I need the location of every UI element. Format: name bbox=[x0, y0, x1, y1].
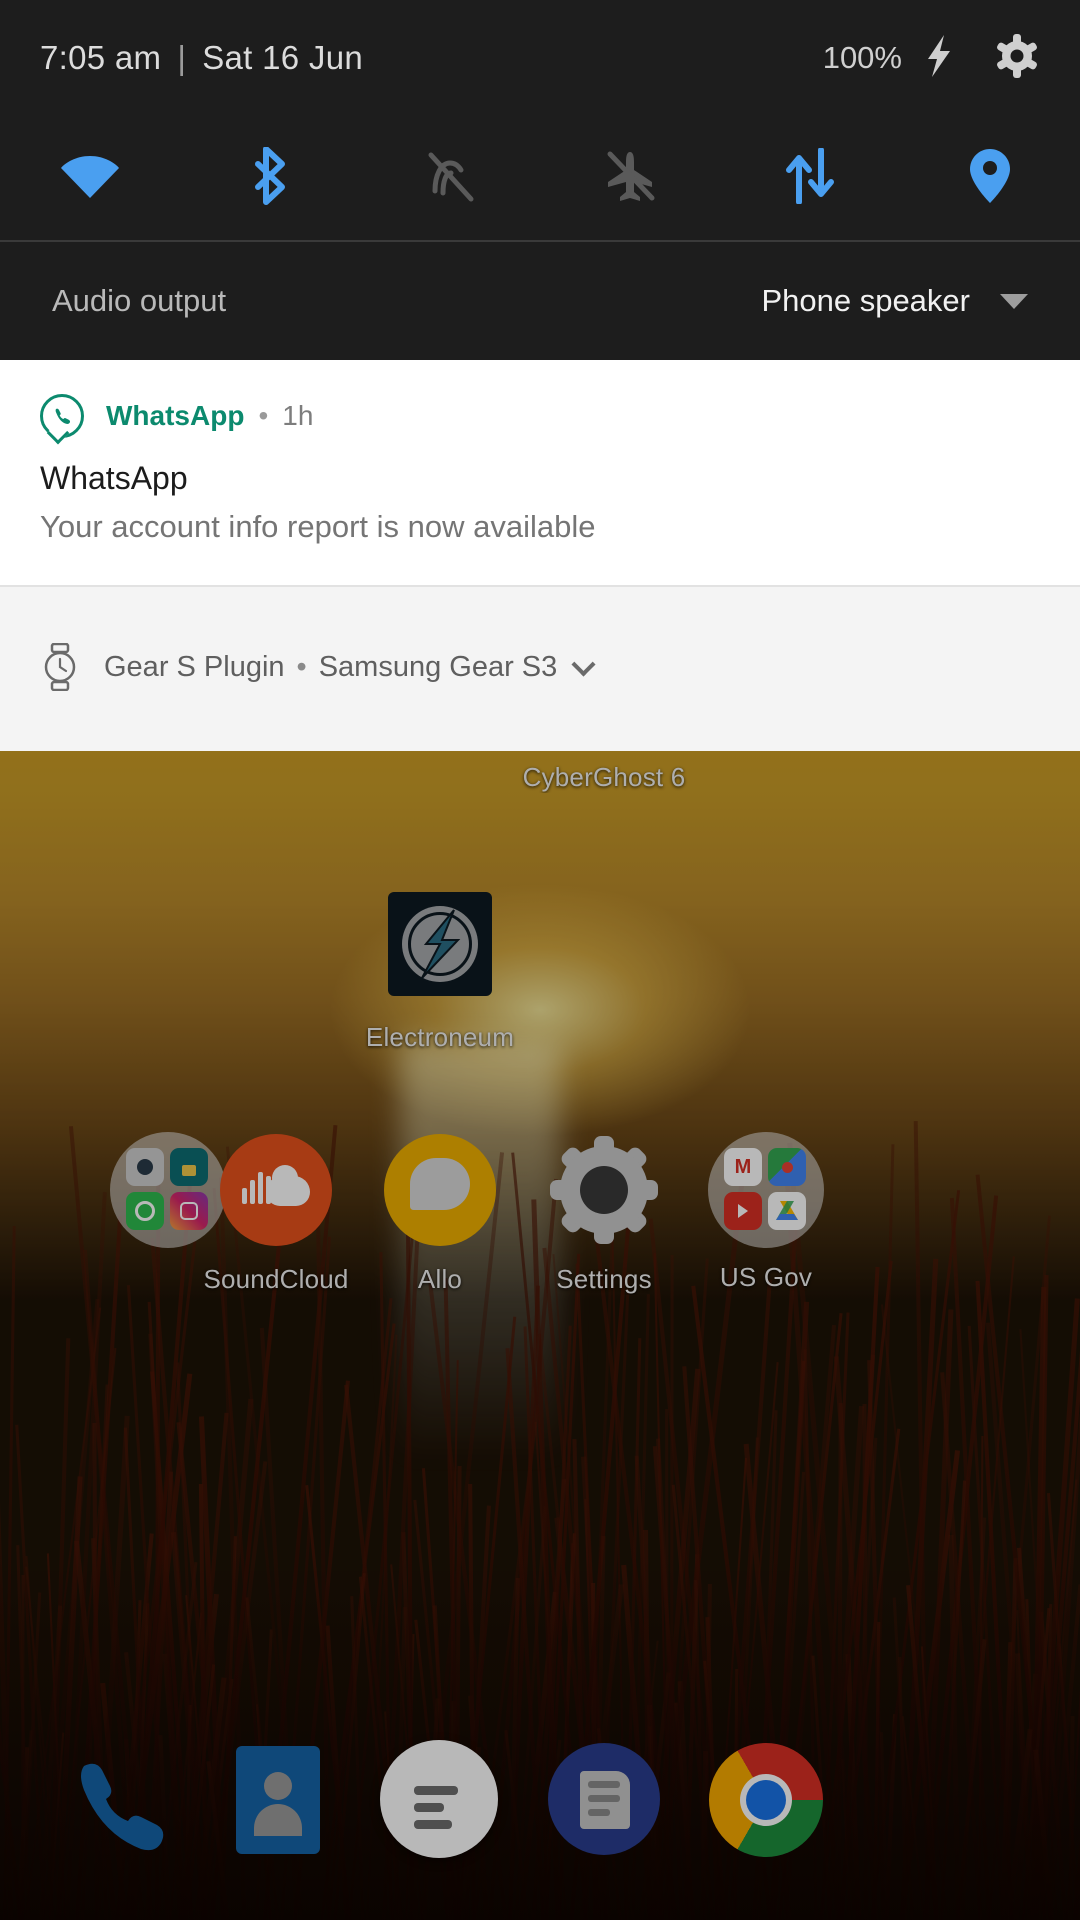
gear-notification-text: Gear S Plugin • Samsung Gear S3 bbox=[104, 650, 596, 684]
airplane-off-icon bbox=[602, 148, 658, 209]
audio-output-row[interactable]: Audio output Phone speaker bbox=[0, 242, 1080, 360]
notification-body: Your account info report is now availabl… bbox=[40, 509, 596, 544]
status-bar-left: 7:05 am | Sat 16 Jun bbox=[40, 39, 363, 77]
sound-off-icon bbox=[423, 149, 477, 208]
notification-time: 1h bbox=[282, 400, 314, 431]
qs-tile-wifi[interactable] bbox=[0, 116, 180, 240]
gear-app-name: Gear S Plugin bbox=[104, 650, 285, 683]
date: Sat 16 Jun bbox=[202, 39, 363, 76]
notification-gear-s-plugin[interactable]: Gear S Plugin • Samsung Gear S3 bbox=[0, 587, 1080, 751]
qs-tile-bluetooth[interactable] bbox=[180, 116, 360, 240]
battery-percentage: 100% bbox=[822, 40, 902, 75]
whatsapp-icon bbox=[40, 394, 84, 438]
status-bar: 7:05 am | Sat 16 Jun 100% bbox=[0, 0, 1080, 116]
qs-tile-location[interactable] bbox=[900, 116, 1080, 240]
location-pin-icon bbox=[967, 147, 1013, 210]
shade-dim-scrim bbox=[0, 610, 1080, 1920]
notification-app-name: WhatsApp bbox=[106, 400, 245, 431]
clock-date-separator: | bbox=[177, 39, 187, 76]
data-transfer-icon bbox=[785, 146, 835, 209]
audio-output-label: Audio output bbox=[52, 283, 227, 318]
audio-output-value: Phone speaker bbox=[761, 283, 970, 318]
chevron-down-icon[interactable] bbox=[571, 652, 596, 677]
notification-header: WhatsApp • 1h bbox=[40, 394, 1040, 438]
bluetooth-icon bbox=[248, 145, 292, 210]
quick-settings-panel: 7:05 am | Sat 16 Jun 100% Audio output P… bbox=[0, 0, 1080, 360]
qs-tile-airplane[interactable] bbox=[540, 116, 720, 240]
notification-separator-dot: • bbox=[258, 400, 269, 431]
notification-whatsapp[interactable]: WhatsApp • 1h WhatsApp Your account info… bbox=[0, 360, 1080, 585]
clock: 7:05 am bbox=[40, 39, 162, 76]
caret-down-icon[interactable] bbox=[1000, 293, 1028, 309]
qs-tile-data[interactable] bbox=[720, 116, 900, 240]
wifi-icon bbox=[60, 152, 120, 205]
gear-device-name: Samsung Gear S3 bbox=[318, 650, 558, 683]
notification-shade: 7:05 am | Sat 16 Jun 100% Audio output P… bbox=[0, 0, 1080, 751]
quick-settings-tiles bbox=[0, 116, 1080, 240]
gear-separator-dot: • bbox=[296, 650, 307, 683]
watch-icon bbox=[40, 642, 80, 692]
audio-output-selector[interactable]: Phone speaker bbox=[761, 283, 1028, 319]
gear-icon[interactable] bbox=[994, 33, 1040, 84]
bolt-icon bbox=[926, 34, 952, 82]
status-bar-right: 100% bbox=[823, 33, 1040, 84]
notification-title: WhatsApp bbox=[40, 460, 188, 496]
qs-tile-sound-off[interactable] bbox=[360, 116, 540, 240]
